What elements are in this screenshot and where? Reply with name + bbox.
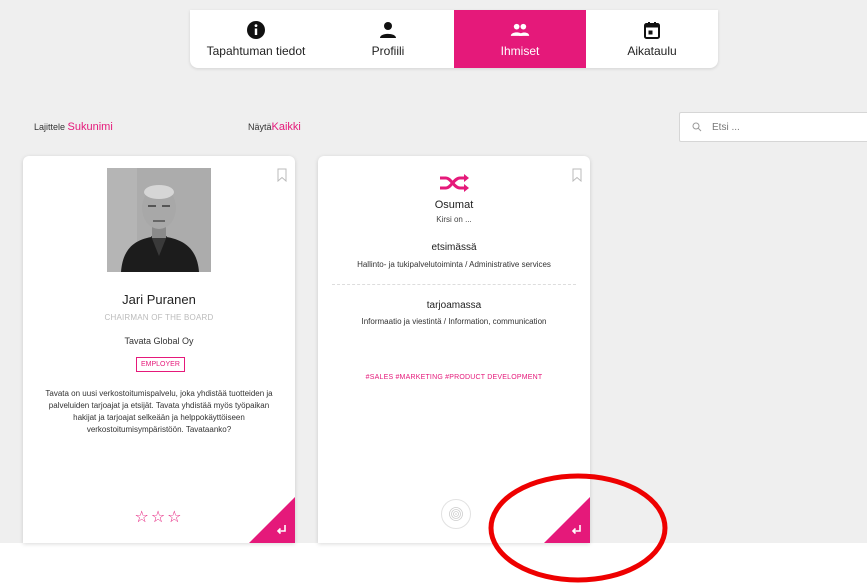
search-input[interactable] (712, 121, 862, 133)
match-title: Osumat (434, 199, 474, 211)
person-company: Tavata Global Oy (124, 336, 194, 346)
person-icon (380, 22, 396, 38)
reply-corner-button[interactable] (249, 497, 295, 543)
tab-people[interactable]: Ihmiset (454, 10, 586, 68)
person-card[interactable]: Jari Puranen CHAIRMAN OF THE BOARD Tavat… (23, 156, 295, 543)
tab-schedule[interactable]: Aikataulu (586, 10, 718, 68)
tab-label: Tapahtuman tiedot (206, 44, 306, 58)
calendar-icon (644, 22, 660, 39)
show-value[interactable]: Kaikki (272, 121, 301, 133)
fingerprint-button[interactable] (441, 499, 471, 529)
person-description: Tavata on uusi verkostoitumispalvelu, jo… (45, 389, 273, 434)
seeking-heading: etsimässä (431, 242, 477, 253)
sort-control: Lajittele Sukunimi (34, 121, 113, 133)
offering-value: Informaatio ja viestintä / Information, … (361, 317, 547, 326)
bookmark-icon[interactable] (277, 168, 287, 182)
tab-label: Profiili (371, 44, 405, 58)
match-subtitle: Kirsi on ... (436, 215, 472, 224)
show-label: Näytä (248, 122, 272, 132)
person-name[interactable]: Jari Puranen (23, 292, 295, 307)
top-tab-bar: Tapahtuman tiedot Profiili Ihmiset Aikat… (190, 10, 718, 68)
profile-photo (107, 168, 211, 272)
seeking-value: Hallinto- ja tukipalvelutoiminta / Admin… (357, 260, 551, 269)
sort-label: Lajittele (34, 122, 66, 132)
employer-badge: EMPLOYER (136, 357, 185, 372)
offering-heading: tarjoamassa (426, 300, 482, 311)
fingerprint-icon (449, 507, 463, 521)
annotation-red-circle (488, 473, 668, 583)
section-divider (332, 284, 576, 285)
reply-arrow-icon (249, 497, 295, 543)
shuffle-icon (440, 174, 469, 192)
search-icon (692, 122, 702, 132)
sort-value[interactable]: Sukunimi (68, 121, 113, 133)
person-job-title: CHAIRMAN OF THE BOARD (104, 313, 214, 322)
people-icon (510, 23, 530, 36)
match-tags: #SALES #MARKETING #PRODUCT DEVELOPMENT (365, 374, 543, 381)
tab-event-info[interactable]: Tapahtuman tiedot (190, 10, 322, 68)
bookmark-icon[interactable] (572, 168, 582, 182)
tab-profile[interactable]: Profiili (322, 10, 454, 68)
tab-label: Aikataulu (627, 44, 677, 58)
search-box (679, 112, 867, 142)
show-filter-control: NäytäKaikki (248, 121, 301, 133)
info-icon (247, 21, 265, 39)
tab-label: Ihmiset (500, 44, 540, 58)
